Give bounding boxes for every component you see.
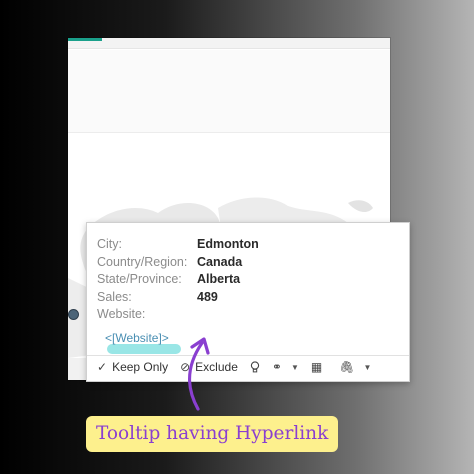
group-icon: ⚭ xyxy=(271,360,282,374)
field-label: Country/Region: xyxy=(97,254,188,269)
view-data-button[interactable]: ▦ xyxy=(311,360,327,374)
tooltip-row-state: State/Province: Alberta xyxy=(97,271,259,289)
field-label: State/Province: xyxy=(97,272,182,286)
keep-only-button[interactable]: ✓ Keep Only xyxy=(97,360,168,374)
paperclip-icon: 🖇 xyxy=(339,360,355,374)
dropdown-caret-icon: ▼ xyxy=(363,362,372,372)
tooltip: City: Edmonton Country/Region: Canada St… xyxy=(86,222,410,382)
map-data-point[interactable] xyxy=(68,309,79,320)
group-members-button[interactable]: ⚭ ▼ xyxy=(272,360,299,374)
tooltip-divider xyxy=(87,355,409,356)
tooltip-action-bar: ✓ Keep Only ⊘ Exclude ⚭ ▼ ▦ 🖇 ▼ xyxy=(97,360,383,374)
accent-bar xyxy=(68,38,102,41)
field-label: City: xyxy=(97,237,122,251)
lightbulb-icon xyxy=(250,361,260,373)
dropdown-caret-icon: ▼ xyxy=(290,362,299,372)
field-value: Edmonton xyxy=(197,237,259,251)
tooltip-row-sales: Sales: 489 xyxy=(97,289,259,307)
caption-banner: Tooltip having Hyperlink xyxy=(86,416,339,452)
annotation-arrow xyxy=(188,337,210,411)
tooltip-row-website: Website: xyxy=(97,306,259,324)
toolbar-strip xyxy=(68,38,390,49)
field-value: Canada xyxy=(197,254,243,269)
lightbulb-button[interactable] xyxy=(250,361,260,373)
header-band xyxy=(68,50,390,133)
field-label: Website: xyxy=(97,307,146,321)
field-value: Alberta xyxy=(197,272,241,286)
table-grid-icon: ▦ xyxy=(310,360,323,374)
tooltip-fields: City: Edmonton Country/Region: Canada St… xyxy=(97,236,259,324)
check-icon: ✓ xyxy=(97,360,108,374)
field-value: 489 xyxy=(197,289,218,304)
attach-button[interactable]: 🖇 ▼ xyxy=(339,360,371,374)
field-label: Sales: xyxy=(97,289,132,304)
tooltip-row-country: Country/Region: Canada xyxy=(97,254,259,272)
tooltip-row-city: City: Edmonton xyxy=(97,236,259,254)
